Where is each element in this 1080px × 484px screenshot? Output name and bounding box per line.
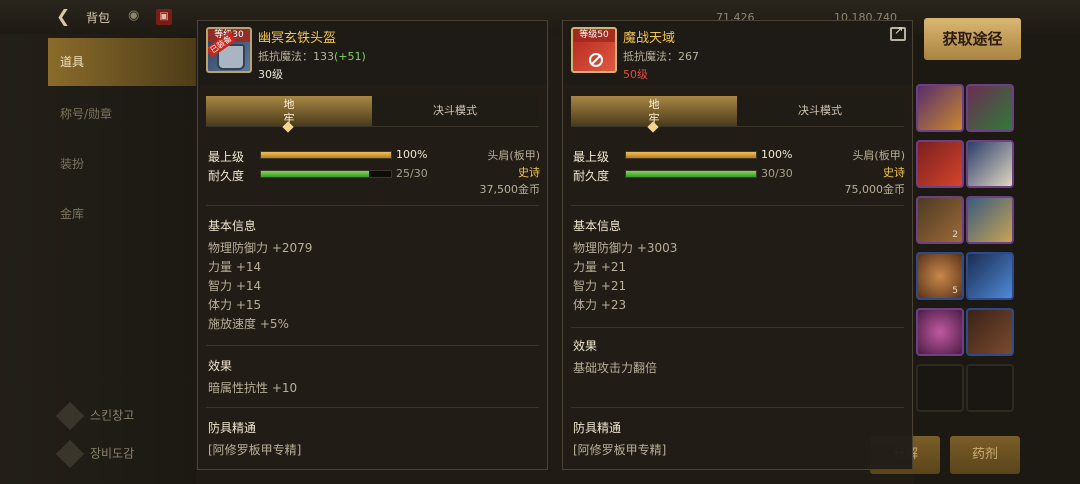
tooltip-header: 等级50 魔战天域 抵抗魔法：267 50级 xyxy=(563,21,912,85)
durability-label: 耐久度 xyxy=(573,169,610,183)
item-rarity: 史诗 xyxy=(518,166,540,179)
grade-bar xyxy=(260,151,392,159)
equipment-codex-button[interactable]: 장비도감 xyxy=(55,439,134,469)
item-level-badge: 等级50 xyxy=(573,29,615,42)
basic-info-title: 基本信息 xyxy=(208,219,257,233)
stat-line: 力量 +14 xyxy=(208,260,262,274)
item-name: 魔战天域 xyxy=(623,31,676,46)
divider xyxy=(206,407,539,408)
durability-fill xyxy=(261,171,370,177)
item-tile[interactable] xyxy=(916,308,964,356)
mastery-title: 防具精通 xyxy=(573,421,622,435)
unusable-item-icon: 等级50 xyxy=(571,27,617,73)
sidebar-item-titles[interactable]: 称号/勋章 xyxy=(48,90,196,138)
diamond-icon xyxy=(55,401,85,431)
tab-duel[interactable]: 决斗模式 xyxy=(737,96,903,126)
basic-info-title: 基本信息 xyxy=(573,219,622,233)
empty-tile[interactable] xyxy=(966,364,1014,412)
grade-label: 最上级 xyxy=(208,150,245,164)
eye-icon[interactable]: ◉ xyxy=(128,8,139,23)
effect-title: 效果 xyxy=(208,359,233,373)
helmet-icon: 等级30 已装备 xyxy=(206,27,252,73)
share-icon[interactable] xyxy=(890,24,906,41)
sidebar-item-vault[interactable]: 金库 xyxy=(48,190,196,238)
mode-tabs: 地 牢 决斗模式 xyxy=(206,96,539,133)
get-source-button[interactable]: 获取途径 xyxy=(924,18,1021,60)
back-arrow-icon[interactable]: ❮ xyxy=(56,7,70,27)
empty-tile[interactable] xyxy=(916,364,964,412)
item-price: 37,500金币 xyxy=(479,183,541,196)
tooltip-header: 等级30 已装备 幽冥玄铁头盔 抵抗魔法：133(+51) 30级 xyxy=(198,21,547,85)
item-name: 幽冥玄铁头盔 xyxy=(258,31,337,46)
item-tile[interactable] xyxy=(966,308,1014,356)
item-tile[interactable] xyxy=(966,252,1014,300)
item-level: 50级 xyxy=(623,68,648,81)
item-tile[interactable] xyxy=(966,140,1014,188)
item-tile[interactable]: 2 xyxy=(916,196,964,244)
mastery-value: [阿修罗板甲专精] xyxy=(208,443,302,457)
divider xyxy=(571,327,904,328)
durability-value: 30/30 xyxy=(761,167,793,180)
stat-line: 物理防御力 +2079 xyxy=(208,241,313,255)
stat-line: 物理防御力 +3003 xyxy=(573,241,678,255)
durability-bar xyxy=(625,170,757,178)
item-tile[interactable] xyxy=(966,84,1014,132)
effect-line: 暗属性抗性 +10 xyxy=(208,381,298,395)
tab-dungeon[interactable]: 地 牢 xyxy=(571,96,737,133)
divider xyxy=(206,345,539,346)
durability-value: 25/30 xyxy=(396,167,428,180)
item-tile[interactable] xyxy=(916,84,964,132)
item-slot: 头肩(板甲) xyxy=(852,149,905,162)
grade-fill xyxy=(626,152,756,158)
item-tile[interactable] xyxy=(966,196,1014,244)
durability-bar xyxy=(260,170,392,178)
tab-duel[interactable]: 决斗模式 xyxy=(372,96,538,126)
inventory-title: 背包 xyxy=(86,11,111,25)
red-box-icon[interactable]: ▣ xyxy=(156,9,172,25)
resist-bonus: (+51) xyxy=(334,50,366,63)
tab-dungeon[interactable]: 地 牢 xyxy=(206,96,372,133)
equipped-item-tooltip: 等级30 已装备 幽冥玄铁头盔 抵抗魔法：133(+51) 30级 地 牢 决斗… xyxy=(197,20,548,470)
stat-line: 智力 +14 xyxy=(208,279,262,293)
skin-storage-button[interactable]: 스킨창고 xyxy=(55,401,134,431)
divider xyxy=(206,205,539,206)
durability-fill xyxy=(626,171,756,177)
divider xyxy=(571,407,904,408)
stat-line: 力量 +21 xyxy=(573,260,627,274)
stat-line: 施放速度 +5% xyxy=(208,317,289,331)
effect-line: 基础攻击力翻倍 xyxy=(573,361,658,375)
mode-tabs: 地 牢 决斗模式 xyxy=(571,96,904,133)
item-rarity: 史诗 xyxy=(883,166,905,179)
magic-resist: 抵抗魔法：267 xyxy=(623,50,699,63)
effect-title: 效果 xyxy=(573,339,598,353)
divider xyxy=(571,205,904,206)
compare-item-tooltip: 等级50 魔战天域 抵抗魔法：267 50级 地 牢 决斗模式 最上级 100%… xyxy=(562,20,913,470)
magic-resist: 抵抗魔法：133(+51) xyxy=(258,50,366,63)
sidebar-item-avatar[interactable]: 装扮 xyxy=(48,140,196,188)
grade-bar xyxy=(625,151,757,159)
item-price: 75,000金币 xyxy=(844,183,906,196)
stat-line: 体力 +15 xyxy=(208,298,262,312)
grade-value: 100% xyxy=(396,148,428,161)
item-tile[interactable] xyxy=(916,140,964,188)
item-tile[interactable]: 5 xyxy=(916,252,964,300)
no-entry-icon xyxy=(589,53,603,67)
grade-value: 100% xyxy=(761,148,793,161)
mastery-value: [阿修罗板甲专精] xyxy=(573,443,667,457)
item-tiles: 2 5 xyxy=(914,34,1080,484)
durability-label: 耐久度 xyxy=(208,169,245,183)
stat-line: 体力 +23 xyxy=(573,298,627,312)
sidebar-item-items[interactable]: 道具 xyxy=(48,38,196,86)
potion-button[interactable]: 药剂 xyxy=(950,436,1020,474)
grade-fill xyxy=(261,152,391,158)
inventory-sidebar: 道具 称号/勋章 装扮 金库 스킨창고 장비도감 xyxy=(0,34,196,484)
grade-label: 最上级 xyxy=(573,150,610,164)
item-slot: 头肩(板甲) xyxy=(487,149,540,162)
item-level: 30级 xyxy=(258,68,283,81)
diamond-icon xyxy=(55,439,85,469)
mastery-title: 防具精通 xyxy=(208,421,257,435)
stat-line: 智力 +21 xyxy=(573,279,627,293)
